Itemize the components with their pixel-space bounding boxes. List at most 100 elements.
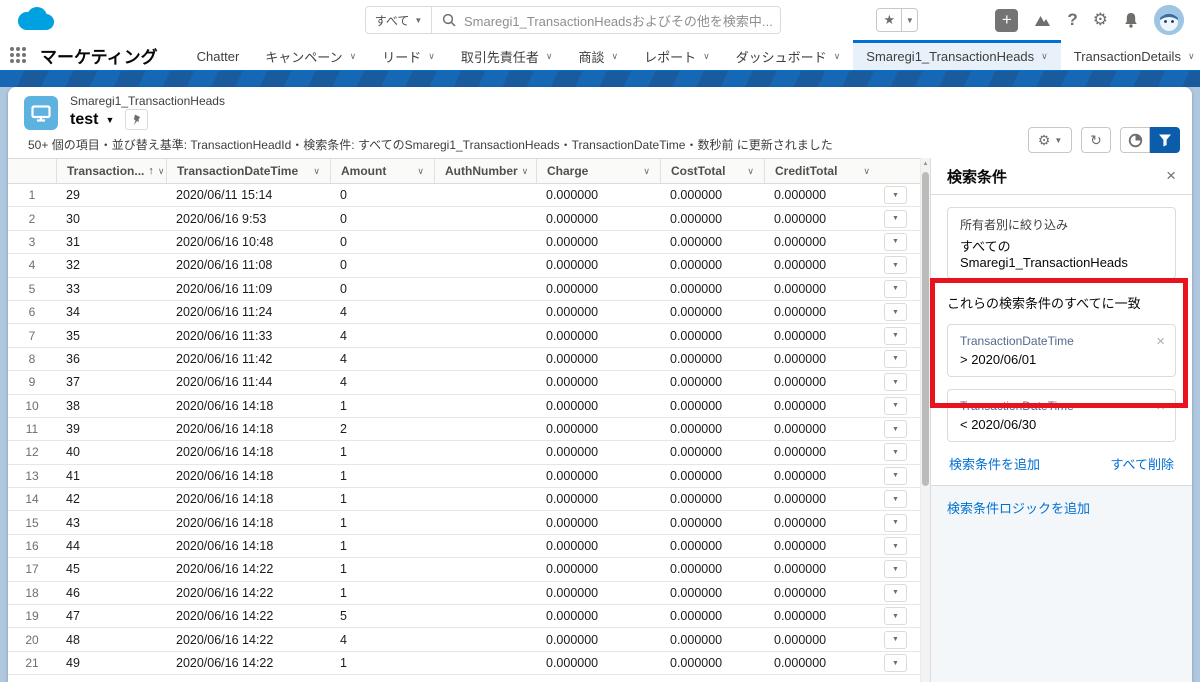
cell-3: 5: [340, 609, 347, 624]
favorites-star-icon[interactable]: ★: [877, 9, 902, 31]
nav-tab-2[interactable]: リード ∨: [369, 40, 448, 70]
cell-4: [434, 582, 536, 604]
row-action-dropdown-button[interactable]: ▼: [884, 420, 907, 439]
row-number-cell: 7: [28, 328, 36, 343]
charts-button[interactable]: [1120, 127, 1150, 153]
scrollbar-up-arrow[interactable]: ▲: [921, 161, 930, 167]
cell-4: [434, 488, 536, 510]
filter-card-0[interactable]: TransactionDateTime > 2020/06/01 ×: [947, 324, 1176, 377]
list-view-controls-button[interactable]: ⚙ ▼: [1028, 127, 1072, 153]
column-header-amount[interactable]: Amount ∨: [330, 159, 434, 183]
nav-tab-3[interactable]: 取引先責任者 ∨: [448, 40, 566, 70]
row-number-cell: 8: [28, 351, 36, 366]
nav-tab-7[interactable]: Smaregi1_TransactionHeads ∨: [853, 40, 1061, 70]
app-launcher-icon[interactable]: [10, 47, 26, 63]
row-action-dropdown-button[interactable]: ▼: [884, 607, 907, 626]
filter-button-active[interactable]: [1150, 127, 1180, 153]
user-avatar[interactable]: [1154, 5, 1184, 35]
cell-3: 0: [340, 281, 347, 296]
row-action-dropdown-button[interactable]: ▼: [884, 654, 907, 672]
row-action-dropdown-button[interactable]: ▼: [884, 560, 907, 579]
notifications-bell-icon[interactable]: [1123, 12, 1139, 29]
column-menu-chevron-icon[interactable]: ∨: [522, 166, 529, 177]
filter-card-1[interactable]: TransactionDateTime < 2020/06/30 ×: [947, 389, 1176, 442]
column-menu-chevron-icon[interactable]: ∨: [417, 166, 424, 177]
row-action-dropdown-button[interactable]: ▼: [884, 537, 907, 556]
row-action-dropdown-button[interactable]: ▼: [884, 303, 907, 322]
row-action-dropdown-button[interactable]: ▼: [884, 396, 907, 415]
global-actions-plus-icon[interactable]: +: [995, 8, 1019, 32]
row-action-dropdown-button[interactable]: ▼: [884, 583, 907, 602]
row-action-dropdown-button[interactable]: ▼: [884, 209, 907, 228]
row-action-dropdown-button[interactable]: ▼: [884, 513, 907, 532]
column-menu-chevron-icon[interactable]: ∨: [863, 166, 870, 177]
column-label: CreditTotal: [775, 164, 838, 178]
close-icon[interactable]: ×: [1166, 166, 1176, 186]
remove-filter-icon[interactable]: ×: [1156, 333, 1165, 350]
row-action-dropdown-button[interactable]: ▼: [884, 256, 907, 275]
cell-5: 0.000000: [546, 468, 599, 483]
chevron-down-icon: ▼: [1054, 135, 1063, 145]
nav-tab-0[interactable]: Chatter: [184, 40, 253, 70]
row-action-dropdown-button[interactable]: ▼: [884, 373, 907, 392]
scrollbar-thumb[interactable]: [922, 172, 929, 487]
column-header-costtotal[interactable]: CostTotal ∨: [660, 159, 764, 183]
remove-all-link[interactable]: すべて削除: [1110, 454, 1174, 473]
cell-4: [434, 231, 536, 253]
nav-tab-4[interactable]: 商談 ∨: [565, 40, 631, 70]
row-action-dropdown-button[interactable]: ▼: [884, 630, 907, 649]
row-action-dropdown-button[interactable]: ▼: [884, 186, 907, 205]
row-action-dropdown-button[interactable]: ▼: [884, 279, 907, 298]
row-action-dropdown-button[interactable]: ▼: [884, 232, 907, 251]
row-action-dropdown-button[interactable]: ▼: [884, 326, 907, 345]
salesforce-cloud-logo[interactable]: [14, 5, 56, 40]
add-filter-link[interactable]: 検索条件を追加: [949, 454, 1040, 473]
help-icon[interactable]: ?: [1067, 10, 1077, 30]
setup-gear-icon[interactable]: ⚙: [1093, 10, 1108, 30]
filter-logic-section: 検索条件ロジックを追加: [931, 485, 1192, 682]
chevron-down-icon: ∨: [1041, 51, 1048, 61]
row-action-dropdown-button[interactable]: ▼: [884, 490, 907, 509]
app-name[interactable]: マーケティング: [28, 43, 184, 68]
add-filter-logic-link[interactable]: 検索条件ロジックを追加: [947, 501, 1090, 516]
owner-filter-card[interactable]: 所有者別に絞り込み すべてのSmaregi1_TransactionHeads: [947, 207, 1176, 279]
app-nav-bar: マーケティング Chatter キャンペーン ∨ リード ∨ 取引先責任者 ∨ 商談 ∨ レポート…: [0, 40, 1200, 70]
cell-2: 2020/06/16 14:22: [176, 562, 274, 577]
row-action-dropdown-button[interactable]: ▼: [884, 443, 907, 462]
cell-7: 0.000000: [774, 539, 827, 554]
column-header-transaction-[interactable]: Transaction... ↑ ∨: [56, 159, 166, 183]
search-scope-selector[interactable]: すべて ▼: [366, 7, 432, 33]
row-action-cell: ▼: [880, 558, 920, 580]
cell-3: 0: [340, 234, 347, 249]
search-input[interactable]: Smaregi1_TransactionHeadsおよびその他を検索中...: [464, 11, 773, 30]
vertical-scrollbar[interactable]: ▲: [920, 158, 930, 682]
column-menu-chevron-icon[interactable]: ∨: [313, 166, 320, 177]
cell-6: 0.000000: [670, 422, 723, 437]
remove-filter-icon[interactable]: ×: [1156, 398, 1165, 415]
list-view-name[interactable]: test: [70, 111, 98, 129]
column-header-transactiondatetime[interactable]: TransactionDateTime ∨: [166, 159, 330, 183]
favorites-dropdown-icon[interactable]: ▼: [901, 9, 918, 31]
pin-view-button[interactable]: [125, 109, 149, 130]
column-header-authnumber[interactable]: AuthNumber ∨: [434, 159, 536, 183]
table-row: 21 49 2020/06/16 14:22 1 0.000000 0.000000 0.0…: [8, 651, 920, 676]
row-action-dropdown-button[interactable]: ▼: [884, 466, 907, 485]
nav-tab-8[interactable]: TransactionDetails ∨: [1061, 40, 1200, 70]
view-dropdown-icon[interactable]: ▼: [105, 115, 114, 125]
records-table: Transaction... ↑ ∨ TransactionDateTime ∨ Amou…: [8, 158, 920, 682]
column-header-credittotal[interactable]: CreditTotal ∨: [764, 159, 880, 183]
row-action-dropdown-button[interactable]: ▼: [884, 349, 907, 368]
nav-tab-6[interactable]: ダッシュボード ∨: [723, 40, 854, 70]
trailhead-guidance-icon[interactable]: [1033, 12, 1052, 29]
nav-tab-1[interactable]: キャンペーン ∨: [252, 40, 369, 70]
sort-asc-icon: ↑: [148, 165, 154, 177]
cell-5: 0.000000: [546, 562, 599, 577]
nav-tabs: Chatter キャンペーン ∨ リード ∨ 取引先責任者 ∨ 商談 ∨ レポート ∨ ダッシュボード…: [184, 40, 1200, 70]
column-header-charge[interactable]: Charge ∨: [536, 159, 660, 183]
column-menu-chevron-icon[interactable]: ∨: [158, 166, 165, 177]
column-menu-chevron-icon[interactable]: ∨: [747, 166, 754, 177]
nav-tab-5[interactable]: レポート ∨: [631, 40, 723, 70]
refresh-button[interactable]: ↻: [1081, 127, 1111, 153]
column-menu-chevron-icon[interactable]: ∨: [643, 166, 650, 177]
cell-7: 0.000000: [774, 656, 827, 670]
